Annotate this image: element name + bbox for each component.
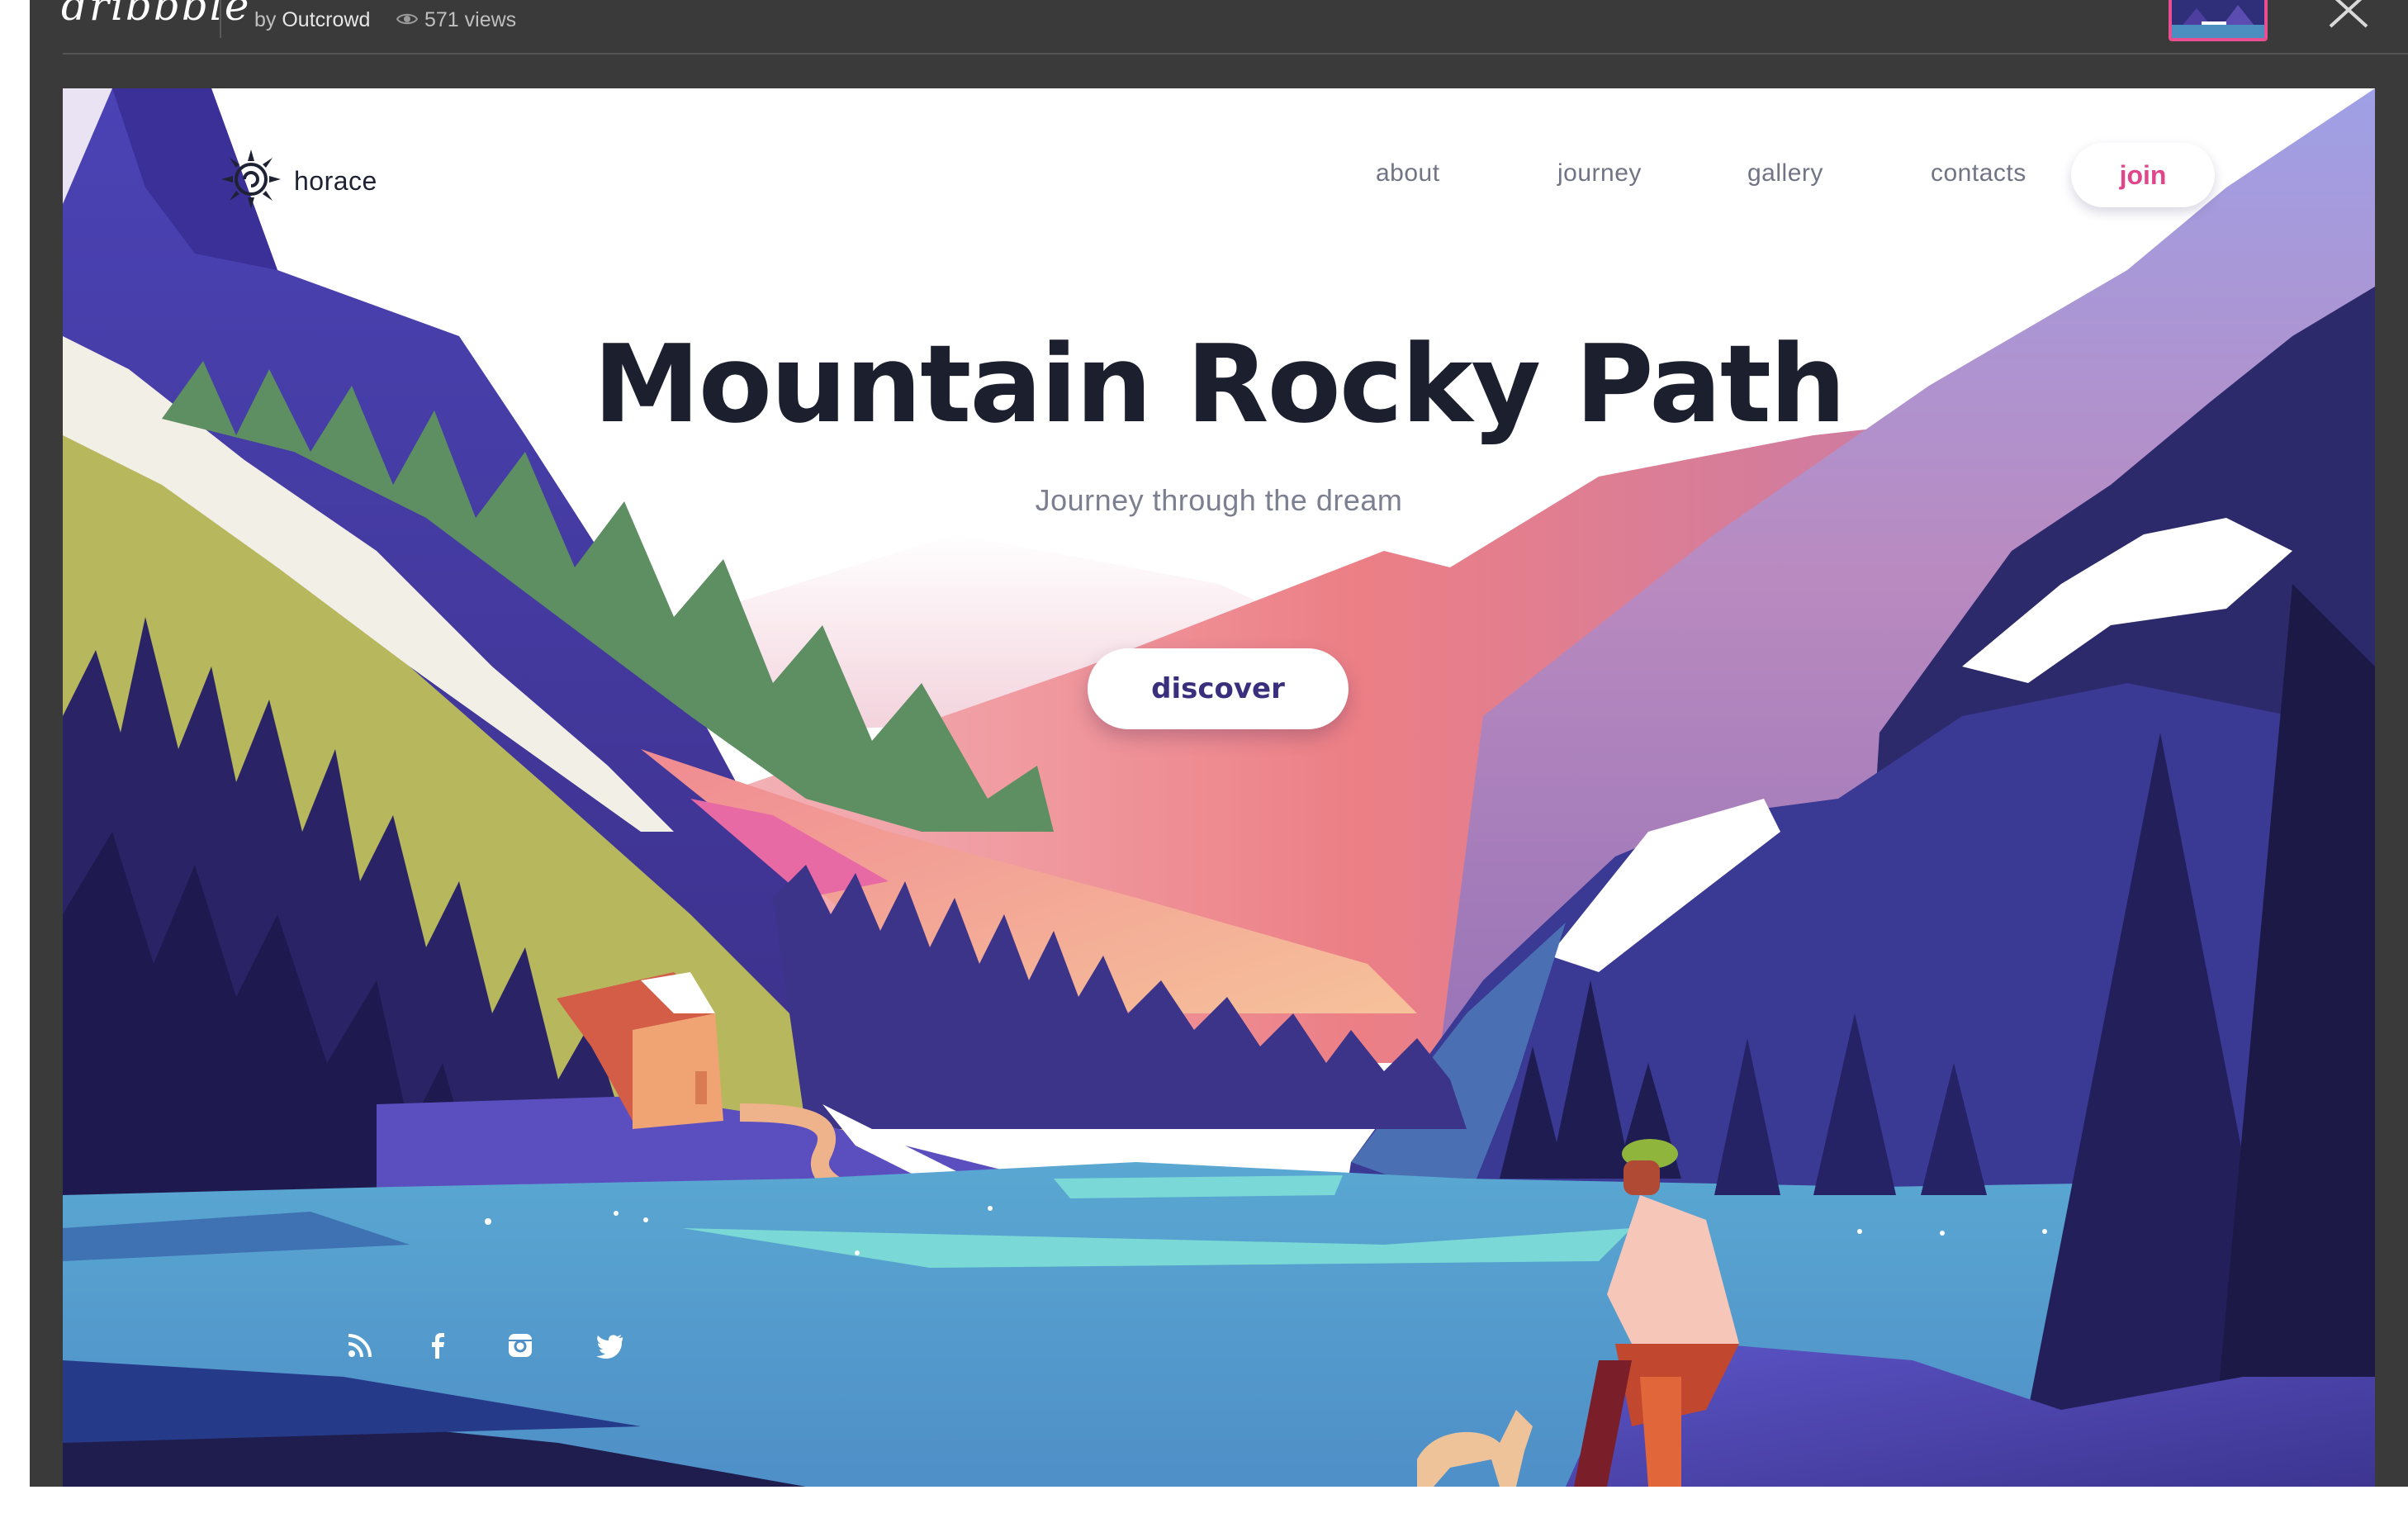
shot-thumbnail[interactable] bbox=[2169, 0, 2268, 41]
site-nav: about journey gallery contacts bbox=[63, 159, 2375, 192]
discover-button[interactable]: discover bbox=[1088, 648, 1349, 729]
shot-byline: by Outcrowd bbox=[254, 8, 370, 32]
eye-icon bbox=[396, 8, 419, 32]
close-icon[interactable] bbox=[2327, 0, 2370, 30]
brand-divider bbox=[220, 0, 221, 38]
dribbble-viewer: dribbble by Outcrowd 571 views horace ab… bbox=[30, 0, 2408, 1487]
nav-about[interactable]: about bbox=[1376, 159, 1440, 187]
rss-icon[interactable] bbox=[344, 1329, 377, 1362]
viewer-topbar: dribbble by Outcrowd 571 views bbox=[30, 0, 2408, 55]
dribbble-logo[interactable]: dribbble bbox=[61, 0, 251, 30]
by-prefix: by bbox=[254, 8, 277, 31]
landscape-illustration bbox=[63, 88, 2375, 1487]
topbar-divider bbox=[63, 53, 2408, 55]
nav-contacts[interactable]: contacts bbox=[1931, 159, 2026, 187]
facebook-icon[interactable] bbox=[421, 1329, 454, 1362]
twitter-icon[interactable] bbox=[593, 1329, 626, 1362]
view-count-label: 571 views bbox=[424, 8, 517, 31]
nav-gallery[interactable]: gallery bbox=[1747, 159, 1823, 187]
hero-title: Mountain Rocky Path bbox=[593, 321, 1846, 447]
author-link[interactable]: Outcrowd bbox=[282, 8, 370, 31]
view-count: 571 views bbox=[396, 8, 516, 32]
join-button[interactable]: join bbox=[2071, 143, 2215, 207]
instagram-icon[interactable] bbox=[504, 1329, 537, 1362]
hero-subtitle: Journey through the dream bbox=[1035, 483, 1403, 517]
nav-journey[interactable]: journey bbox=[1557, 159, 1642, 187]
shot-image: horace about journey gallery contacts jo… bbox=[63, 88, 2375, 1487]
